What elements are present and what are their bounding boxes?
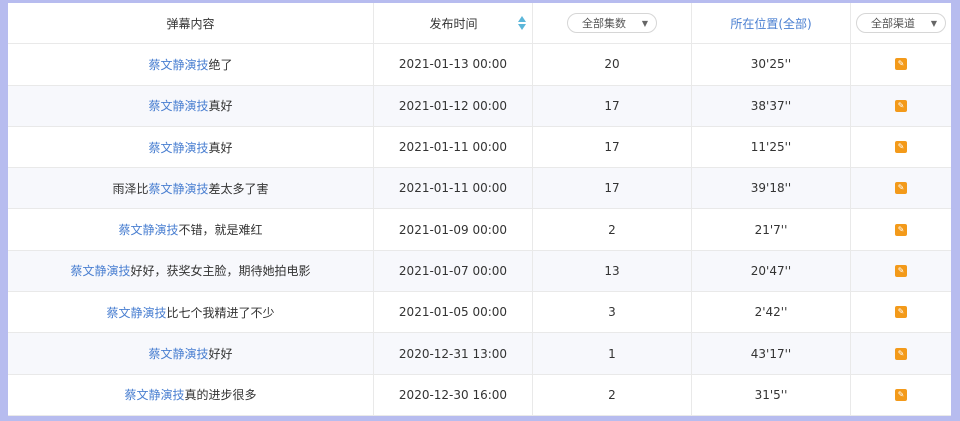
content-suffix: 绝了 — [208, 57, 233, 72]
danmaku-content-cell: 蔡文静演技 比七个我精进了不少 — [8, 292, 374, 333]
danmaku-content-cell: 蔡文静演技 真好 — [8, 85, 374, 126]
header-content: 弹幕内容 — [8, 3, 374, 44]
keyword-link[interactable]: 蔡文静演技 — [148, 56, 208, 73]
keyword-link[interactable]: 蔡文静演技 — [124, 386, 184, 403]
content-prefix: 雨泽比 — [112, 181, 149, 196]
channel-cell: ✎ — [851, 168, 951, 208]
content-suffix: 真的进步很多 — [184, 388, 257, 403]
danmaku-content-cell: 雨泽比 蔡文静演技 差太多了害 — [8, 168, 374, 209]
channel-cell: ✎ — [851, 251, 951, 291]
orange-channel-icon[interactable]: ✎ — [895, 58, 907, 71]
location-cell: 38'37'' — [692, 85, 851, 126]
channel-cell: ✎ — [851, 375, 951, 415]
danmaku-content-cell: 蔡文静演技 好好 — [8, 333, 374, 374]
keyword-link[interactable]: 蔡文静演技 — [106, 304, 166, 321]
episode-cell: 17 — [533, 168, 692, 209]
location-cell: 21'7'' — [692, 209, 851, 250]
caret-down-icon: ▼ — [930, 18, 937, 28]
publish-time-cell: 2020-12-31 13:00 — [374, 333, 533, 374]
publish-time-cell: 2021-01-13 00:00 — [374, 44, 533, 85]
location-cell: 43'17'' — [692, 333, 851, 374]
orange-channel-icon[interactable]: ✎ — [895, 306, 907, 319]
publish-time-cell: 2021-01-11 00:00 — [374, 126, 533, 168]
publish-time-cell: 2021-01-11 00:00 — [374, 168, 533, 209]
orange-channel-icon[interactable]: ✎ — [895, 264, 907, 277]
header-channel: 全部渠道 ▼ — [851, 3, 951, 43]
location-cell: 20'47'' — [692, 250, 851, 292]
header-location[interactable]: 所在位置(全部) — [692, 3, 851, 44]
channel-cell: ✎ — [851, 127, 951, 167]
content-suffix: 好好 — [208, 347, 233, 362]
episode-cell: 2 — [533, 209, 692, 250]
table-row: 雨泽比 蔡文静演技 差太多了害 2021-01-11 00:00 17 39'18'' ✎ — [8, 168, 951, 210]
table-row: 蔡文静演技 不错，就是难红 2021-01-09 00:00 2 21'7'' ✎ — [8, 209, 951, 251]
table-header: 弹幕内容 发布时间 全部集数 ▼ 所在位置(全部) 全部渠道 ▼ — [8, 3, 951, 45]
danmaku-content-cell: 蔡文静演技 不错，就是难红 — [8, 209, 374, 250]
keyword-link[interactable]: 蔡文静演技 — [148, 180, 208, 197]
location-cell: 2'42'' — [692, 292, 851, 333]
table-row: 蔡文静演技 真好 2021-01-11 00:00 17 11'25'' ✎ — [8, 126, 951, 169]
episode-cell: 20 — [533, 44, 692, 85]
publish-time-cell: 2021-01-12 00:00 — [374, 85, 533, 126]
table-row: 蔡文静演技 真的进步很多 2020-12-30 16:00 2 31'5'' ✎ — [8, 374, 951, 416]
danmaku-content-cell: 蔡文静演技 真好 — [8, 126, 374, 168]
table-row: 蔡文静演技 真好 2021-01-12 00:00 17 38'37'' ✎ — [8, 85, 951, 127]
content-suffix: 不错，就是难红 — [178, 223, 263, 238]
channel-cell: ✎ — [851, 209, 951, 249]
danmaku-content-cell: 蔡文静演技 绝了 — [8, 44, 374, 85]
episode-filter-dropdown[interactable]: 全部集数 ▼ — [567, 13, 657, 34]
location-cell: 31'5'' — [692, 374, 851, 415]
header-episodes: 全部集数 ▼ — [533, 3, 692, 44]
keyword-link[interactable]: 蔡文静演技 — [118, 221, 178, 238]
publish-time-cell: 2021-01-07 00:00 — [374, 250, 533, 292]
orange-channel-icon[interactable]: ✎ — [895, 182, 907, 195]
table-row: 蔡文静演技 比七个我精进了不少 2021-01-05 00:00 3 2'42'' ✎ — [8, 292, 951, 334]
content-suffix: 真好 — [208, 140, 233, 155]
episode-cell: 17 — [533, 85, 692, 126]
channel-cell: ✎ — [851, 86, 951, 126]
channel-cell: ✎ — [851, 292, 951, 332]
orange-channel-icon[interactable]: ✎ — [895, 388, 907, 401]
keyword-link[interactable]: 蔡文静演技 — [70, 262, 130, 279]
keyword-link[interactable]: 蔡文静演技 — [148, 345, 208, 362]
channel-cell: ✎ — [851, 333, 951, 373]
publish-time-cell: 2021-01-09 00:00 — [374, 209, 533, 250]
keyword-link[interactable]: 蔡文静演技 — [148, 139, 208, 156]
danmaku-content-cell: 蔡文静演技 好好，获奖女主脸，期待她拍电影 — [8, 250, 374, 292]
content-suffix: 比七个我精进了不少 — [166, 305, 275, 320]
content-suffix: 差太多了害 — [208, 181, 269, 196]
caret-down-icon: ▼ — [641, 18, 648, 28]
episode-cell: 2 — [533, 374, 692, 415]
publish-time-cell: 2020-12-30 16:00 — [374, 374, 533, 415]
channel-filter-dropdown[interactable]: 全部渠道 ▼ — [856, 13, 946, 34]
keyword-link[interactable]: 蔡文静演技 — [148, 97, 208, 114]
location-filter[interactable]: 所在位置(全部) — [730, 15, 811, 32]
episode-cell: 1 — [533, 333, 692, 374]
location-cell: 11'25'' — [692, 126, 851, 168]
location-cell: 39'18'' — [692, 168, 851, 209]
episode-cell: 17 — [533, 126, 692, 168]
orange-channel-icon[interactable]: ✎ — [895, 223, 907, 236]
orange-channel-icon[interactable]: ✎ — [895, 141, 907, 154]
publish-time-cell: 2021-01-05 00:00 — [374, 292, 533, 333]
table-row: 蔡文静演技 好好 2020-12-31 13:00 1 43'17'' ✎ — [8, 333, 951, 375]
content-suffix: 真好 — [208, 99, 233, 114]
header-time[interactable]: 发布时间 — [374, 3, 533, 44]
content-suffix: 好好，获奖女主脸，期待她拍电影 — [130, 264, 311, 279]
orange-channel-icon[interactable]: ✎ — [895, 99, 907, 112]
table-row: 蔡文静演技 好好，获奖女主脸，期待她拍电影 2021-01-07 00:00 13 20… — [8, 250, 951, 293]
danmaku-table: 弹幕内容 发布时间 全部集数 ▼ 所在位置(全部) 全部渠道 ▼ 蔡文静演技 绝了… — [8, 3, 951, 416]
orange-channel-icon[interactable]: ✎ — [895, 347, 907, 360]
episode-cell: 13 — [533, 250, 692, 292]
table-row: 蔡文静演技 绝了 2021-01-13 00:00 20 30'25'' ✎ — [8, 44, 951, 86]
sort-arrows-icon[interactable] — [517, 16, 527, 31]
episode-cell: 3 — [533, 292, 692, 333]
location-cell: 30'25'' — [692, 44, 851, 85]
danmaku-content-cell: 蔡文静演技 真的进步很多 — [8, 374, 374, 415]
channel-cell: ✎ — [851, 44, 951, 84]
